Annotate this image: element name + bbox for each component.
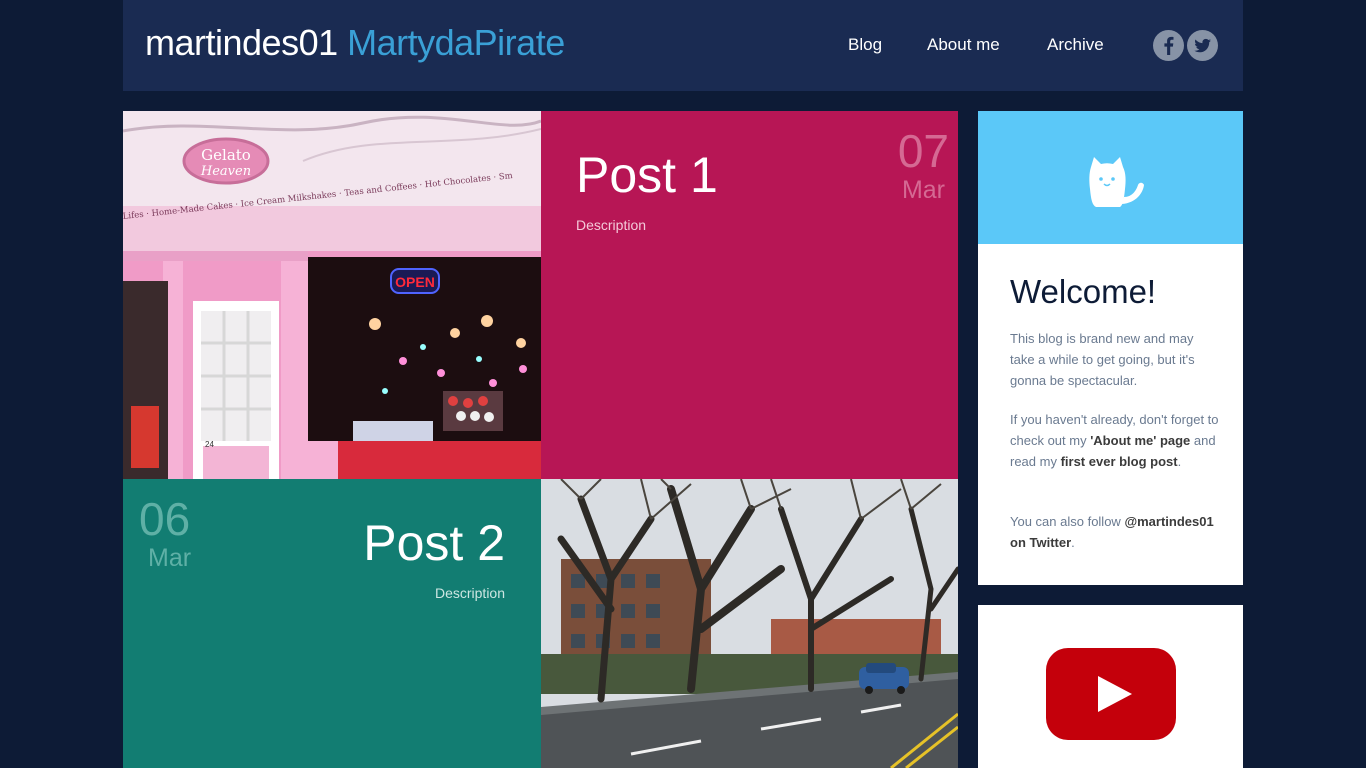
post-1-card[interactable]: Post 1 Description 07 Mar [541, 111, 958, 479]
nav-blog[interactable]: Blog [848, 35, 882, 55]
open-sign-text: OPEN [395, 274, 435, 290]
post-2-date-month: Mar [148, 544, 192, 572]
youtube-panel[interactable] [978, 605, 1243, 768]
post-2-description: Description [434, 585, 505, 601]
cat-icon [1089, 157, 1144, 207]
nav-about-me[interactable]: About me [927, 35, 1000, 55]
sidebar-mascot-panel [978, 111, 1243, 244]
post-1-title[interactable]: Post 1 [576, 146, 718, 204]
post-1-image[interactable]: Gelato Heaven Lifes · Home-Made Cakes · … [123, 111, 541, 479]
post-1-description: Description [576, 217, 647, 233]
shop-sign-name-2: Heaven [200, 164, 251, 179]
welcome-twitter-text: You can also follow @martindes01 on Twit… [1010, 514, 1214, 550]
nav-archive[interactable]: Archive [1047, 35, 1104, 55]
post-1-date-month: Mar [901, 176, 945, 204]
twitter-icon[interactable] [1187, 30, 1218, 61]
shop-sign-name: Gelato [201, 146, 251, 164]
post-2-title[interactable]: Post 2 [363, 514, 505, 572]
youtube-icon[interactable] [1046, 648, 1176, 740]
post-2-card[interactable]: 06 Mar Post 2 Description [123, 479, 541, 768]
welcome-title: Welcome! [1010, 273, 1157, 310]
post-2-image[interactable] [541, 479, 958, 768]
welcome-panel: Welcome! This blog is brand new and may … [978, 244, 1243, 585]
site-header: martindes01 MartydaPirate Blog About me … [123, 0, 1243, 91]
welcome-intro-text: This blog is brand new and may take a wh… [1010, 331, 1195, 388]
facebook-icon[interactable] [1153, 30, 1184, 61]
post-2-date-day: 06 [139, 493, 191, 545]
first-post-link[interactable]: first ever blog post [1061, 454, 1178, 469]
about-me-link[interactable]: 'About me' page [1090, 433, 1190, 448]
post-1-date-day: 07 [897, 125, 949, 177]
main-nav: Blog About me Archive [123, 35, 1243, 57]
door-number: 24 [205, 440, 214, 449]
welcome-links-text: If you haven't already, don't forget to … [1010, 412, 1219, 469]
